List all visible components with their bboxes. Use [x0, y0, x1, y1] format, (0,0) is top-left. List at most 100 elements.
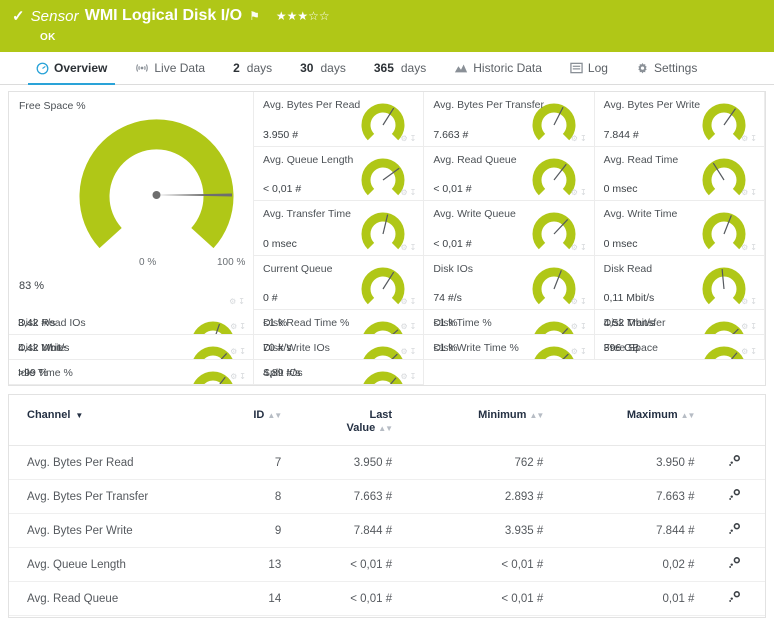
gauge-cell[interactable]: Free Space396 GB⚙↧ — [595, 335, 765, 360]
gauge-cell-tools[interactable]: ⚙↧ — [571, 347, 589, 356]
link-icon[interactable] — [728, 458, 741, 470]
pin-icon[interactable]: ↧ — [239, 372, 248, 381]
pin-icon[interactable]: ↧ — [239, 347, 248, 356]
tab-overview[interactable]: Overview — [22, 52, 121, 84]
gauge-cell-tools[interactable]: ⚙↧ — [741, 188, 759, 197]
tab-log[interactable]: Log — [556, 52, 622, 84]
gauge-cell[interactable]: Avg. Queue Length< 0,01 #⚙↧ — [254, 147, 424, 202]
gauge-cell-tools[interactable]: ⚙↧ — [400, 322, 418, 331]
gauge-cell[interactable]: Disk Write4,42 Mbit/s⚙↧ — [9, 335, 254, 360]
pin-icon[interactable]: ↧ — [580, 322, 589, 331]
gear-icon[interactable]: ⚙ — [400, 243, 409, 252]
gauge-cell-tools[interactable]: ⚙↧ — [571, 243, 589, 252]
column-header-id[interactable]: ID▲▼ — [221, 395, 292, 446]
gauge-cell-tools[interactable]: ⚙↧ — [400, 372, 418, 381]
link-icon[interactable] — [728, 594, 741, 606]
tab-2-days[interactable]: 2 days — [219, 52, 286, 84]
gear-icon[interactable]: ⚙ — [400, 322, 409, 331]
cell-actions[interactable] — [704, 446, 765, 480]
gauge-cell[interactable]: Avg. Bytes Per Transfer7.663 #⚙↧ — [424, 92, 594, 147]
pin-icon[interactable]: ↧ — [410, 347, 419, 356]
gear-icon[interactable]: ⚙ — [741, 297, 750, 306]
gear-icon[interactable]: ⚙ — [400, 134, 409, 143]
cell-actions[interactable] — [704, 582, 765, 616]
column-header-maximum[interactable]: Maximum▲▼ — [553, 395, 704, 446]
gauge-cell-tools[interactable]: ⚙↧ — [571, 322, 589, 331]
column-header-minimum[interactable]: Minimum▲▼ — [402, 395, 553, 446]
gear-icon[interactable]: ⚙ — [571, 322, 580, 331]
gauge-cell[interactable]: Split IOs4,89 #/s⚙↧ — [254, 360, 424, 385]
cell-actions[interactable] — [704, 548, 765, 582]
primary-gauge-tools[interactable]: ⚙↧ — [229, 297, 247, 306]
gauge-cell-tools[interactable]: ⚙↧ — [741, 322, 759, 331]
gauge-cell[interactable]: Idle Time %>99 %⚙↧ — [9, 360, 254, 385]
pin-icon[interactable]: ↧ — [580, 297, 589, 306]
tab-live-data[interactable]: Live Data — [121, 52, 219, 84]
gear-icon[interactable]: ⚙ — [741, 134, 750, 143]
gear-icon[interactable]: ⚙ — [571, 243, 580, 252]
cell-actions[interactable] — [704, 514, 765, 548]
table-row[interactable]: Avg. Bytes Per Transfer87.663 #2.893 #7.… — [9, 480, 765, 514]
pin-icon[interactable]: ↧ — [238, 297, 247, 306]
flag-icon[interactable]: ⚑ — [249, 9, 260, 23]
gear-icon[interactable]: ⚙ — [571, 297, 580, 306]
gear-icon[interactable]: ⚙ — [571, 347, 580, 356]
gauge-cell[interactable]: Avg. Write Time0 msec⚙↧ — [595, 201, 765, 256]
gauge-cell[interactable]: Disk Read Time %<1 %⚙↧ — [254, 310, 424, 335]
link-icon[interactable] — [728, 492, 741, 504]
priority-rating[interactable]: ★★★☆☆ — [276, 9, 330, 23]
table-row[interactable]: Avg. Bytes Per Write97.844 #3.935 #7.844… — [9, 514, 765, 548]
gauge-cell-tools[interactable]: ⚙↧ — [400, 188, 418, 197]
gauge-cell[interactable]: Avg. Write Queue< 0,01 #⚙↧ — [424, 201, 594, 256]
gear-icon[interactable]: ⚙ — [741, 347, 750, 356]
gear-icon[interactable]: ⚙ — [400, 347, 409, 356]
pin-icon[interactable]: ↧ — [410, 322, 419, 331]
table-row[interactable]: Avg. Read Queue14< 0,01 #< 0,01 #0,01 # — [9, 582, 765, 616]
pin-icon[interactable]: ↧ — [750, 297, 759, 306]
tab-30-days[interactable]: 30 days — [286, 52, 360, 84]
pin-icon[interactable]: ↧ — [750, 243, 759, 252]
gauge-cell[interactable]: Disk Write IOs70 #/s⚙↧ — [254, 335, 424, 360]
gauge-cell-tools[interactable]: ⚙↧ — [400, 243, 418, 252]
pin-icon[interactable]: ↧ — [580, 134, 589, 143]
gauge-cell-tools[interactable]: ⚙↧ — [741, 134, 759, 143]
gear-icon[interactable]: ⚙ — [229, 297, 238, 306]
pin-icon[interactable]: ↧ — [410, 372, 419, 381]
tab-historic-data[interactable]: Historic Data — [440, 52, 556, 84]
gauge-cell-tools[interactable]: ⚙↧ — [741, 347, 759, 356]
gauge-cell-tools[interactable]: ⚙↧ — [400, 347, 418, 356]
gauge-cell[interactable]: Avg. Read Time0 msec⚙↧ — [595, 147, 765, 202]
pin-icon[interactable]: ↧ — [580, 188, 589, 197]
gauge-cell[interactable]: Avg. Read Queue< 0,01 #⚙↧ — [424, 147, 594, 202]
pin-icon[interactable]: ↧ — [410, 134, 419, 143]
gear-icon[interactable]: ⚙ — [230, 372, 239, 381]
pin-icon[interactable]: ↧ — [750, 347, 759, 356]
gauge-cell-tools[interactable]: ⚙↧ — [741, 243, 759, 252]
table-row[interactable]: Avg. Read Time100 msec0 msec0 msec — [9, 616, 765, 619]
link-icon[interactable] — [728, 560, 741, 572]
table-row[interactable]: Avg. Queue Length13< 0,01 #< 0,01 #0,02 … — [9, 548, 765, 582]
gauge-cell[interactable]: Disk Transfer4,52 Mbit/s⚙↧ — [595, 310, 765, 335]
column-header-last-value[interactable]: Last Value▲▼ — [291, 395, 402, 446]
gear-icon[interactable]: ⚙ — [400, 188, 409, 197]
cell-actions[interactable] — [704, 616, 765, 619]
gauge-cell[interactable]: Avg. Bytes Per Read3.950 #⚙↧ — [254, 92, 424, 147]
gauge-cell-tools[interactable]: ⚙↧ — [230, 372, 248, 381]
pin-icon[interactable]: ↧ — [239, 322, 248, 331]
gauge-cell-tools[interactable]: ⚙↧ — [400, 297, 418, 306]
gear-icon[interactable]: ⚙ — [741, 243, 750, 252]
gauge-cell-tools[interactable]: ⚙↧ — [400, 134, 418, 143]
column-header-channel[interactable]: Channel▼ — [9, 395, 221, 446]
pin-icon[interactable]: ↧ — [410, 243, 419, 252]
gauge-cell[interactable]: Disk Time %<1 %⚙↧ — [424, 310, 594, 335]
gear-icon[interactable]: ⚙ — [230, 347, 239, 356]
pin-icon[interactable]: ↧ — [750, 134, 759, 143]
gauge-cell-tools[interactable]: ⚙↧ — [571, 188, 589, 197]
gauge-cell-tools[interactable]: ⚙↧ — [230, 347, 248, 356]
pin-icon[interactable]: ↧ — [750, 188, 759, 197]
gear-icon[interactable]: ⚙ — [400, 297, 409, 306]
primary-gauge-cell[interactable]: Free Space % 0 % 100 % 83 % ⚙↧ — [9, 92, 254, 310]
pin-icon[interactable]: ↧ — [750, 322, 759, 331]
tab-settings[interactable]: Settings — [622, 52, 711, 84]
table-row[interactable]: Avg. Bytes Per Read73.950 #762 #3.950 # — [9, 446, 765, 480]
